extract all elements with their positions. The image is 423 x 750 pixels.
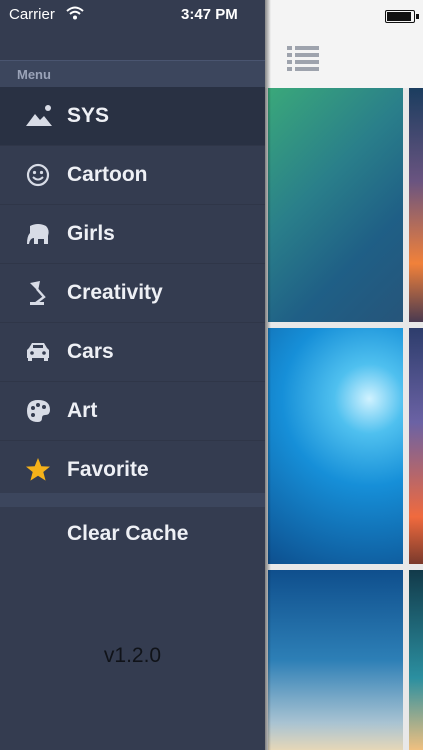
wallpaper-thumbnail[interactable] <box>268 88 403 322</box>
menu-divider <box>0 493 265 507</box>
menu-section-header: Menu <box>0 60 265 88</box>
elephant-icon <box>24 220 54 248</box>
menu-item-girls[interactable]: Girls <box>0 205 265 264</box>
menu-item-art[interactable]: Art <box>0 382 265 441</box>
lamp-icon <box>24 279 54 307</box>
wallpaper-thumbnail[interactable] <box>268 570 403 750</box>
menu-item-label: Cars <box>67 340 114 363</box>
menu-item-creativity[interactable]: Creativity <box>0 264 265 323</box>
palette-icon <box>24 397 54 425</box>
main-content-peek <box>265 0 423 750</box>
car-icon <box>24 338 54 366</box>
menu-list-icon[interactable] <box>287 45 319 71</box>
menu-item-favorite[interactable]: Favorite <box>0 441 265 500</box>
wallpaper-thumbnail[interactable] <box>409 328 423 564</box>
menu-item-label: Cartoon <box>67 163 148 186</box>
wallpaper-thumbnail[interactable] <box>409 88 423 322</box>
landscape-icon <box>24 102 54 130</box>
smiley-icon <box>24 161 54 189</box>
menu-item-label: Girls <box>67 222 115 245</box>
version-label: v1.2.0 <box>103 644 162 667</box>
clear-cache-button[interactable]: Clear Cache <box>67 522 188 546</box>
menu-item-label: Creativity <box>67 281 163 304</box>
menu-item-sys[interactable]: SYS <box>0 87 265 146</box>
nav-bar <box>265 0 423 88</box>
wallpaper-thumbnail[interactable] <box>409 570 423 750</box>
menu-item-label: SYS <box>67 104 110 127</box>
drawer-shadow <box>265 0 271 750</box>
menu-item-cars[interactable]: Cars <box>0 323 265 382</box>
menu-list: SYS Cartoon Girls Creativity Cars Art Fa… <box>0 87 265 500</box>
carrier-label: Carrier <box>9 6 55 23</box>
battery-icon <box>385 10 419 23</box>
menu-item-label: Favorite <box>67 458 149 481</box>
clock: 3:47 PM <box>181 6 238 23</box>
menu-item-cartoon[interactable]: Cartoon <box>0 146 265 205</box>
menu-header-label: Menu <box>17 67 51 82</box>
wifi-icon <box>66 6 84 24</box>
menu-item-label: Art <box>67 399 98 422</box>
star-icon <box>24 456 54 484</box>
status-bar: Carrier 3:47 PM <box>0 0 265 30</box>
side-drawer: Carrier 3:47 PM Menu SYS Cartoon Girls C… <box>0 0 265 750</box>
wallpaper-thumbnail[interactable] <box>268 328 403 564</box>
